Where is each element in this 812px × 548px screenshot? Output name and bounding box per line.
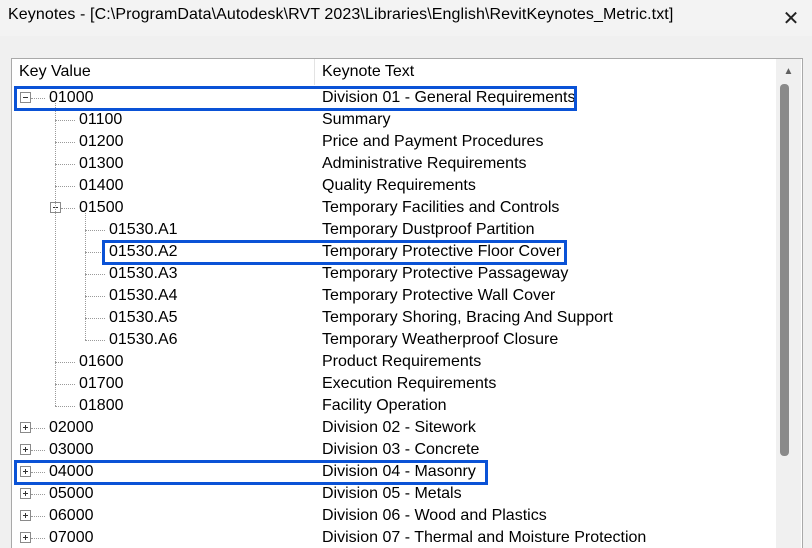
highlight-box	[14, 460, 488, 485]
tree-row[interactable]: 01530.A4 Temporary Protective Wall Cover	[12, 285, 776, 307]
tree-connector	[85, 296, 105, 297]
key-value: 06000	[49, 507, 94, 524]
tree-row[interactable]: 01700 Execution Requirements	[12, 373, 776, 395]
tree-connector	[31, 538, 45, 539]
tree-connector	[31, 428, 45, 429]
tree-connector	[31, 450, 45, 451]
tree-connector	[55, 103, 56, 406]
close-button[interactable]: ✕	[770, 0, 812, 36]
tree-connector	[85, 230, 105, 231]
key-value: 01530.A6	[109, 331, 178, 348]
key-value: 01530.A5	[109, 309, 178, 326]
tree-row[interactable]: 06000 Division 06 - Wood and Plastics	[12, 505, 776, 527]
tree-row[interactable]: 03000 Division 03 - Concrete	[12, 439, 776, 461]
keynote-text: Summary	[322, 111, 391, 128]
key-value: 01200	[79, 133, 124, 150]
tree-row[interactable]: 01800 Facility Operation	[12, 395, 776, 417]
key-value: 01100	[79, 111, 123, 128]
key-value: 05000	[49, 485, 94, 502]
tree-connector	[55, 186, 75, 187]
tree-row[interactable]: 01400 Quality Requirements	[12, 175, 776, 197]
tree-row[interactable]: 01530.A3 Temporary Protective Passageway	[12, 263, 776, 285]
tree-connector	[55, 120, 75, 121]
chevron-up-icon: ▲	[783, 65, 794, 77]
keynote-text: Temporary Dustproof Partition	[322, 221, 535, 238]
keynote-text: Division 07 - Thermal and Moisture Prote…	[322, 529, 647, 546]
keynote-text: Temporary Facilities and Controls	[322, 199, 560, 216]
key-value: 01530.A3	[109, 265, 178, 282]
expand-icon[interactable]	[20, 532, 31, 543]
tree-connector	[85, 274, 105, 275]
key-value: 01700	[79, 375, 124, 392]
expand-icon[interactable]	[20, 444, 31, 455]
keynote-tree[interactable]: Key Value Keynote Text 01000 Division 01 …	[11, 58, 803, 548]
tree-connector	[61, 208, 75, 209]
tree-connector	[85, 318, 105, 319]
highlight-box	[14, 86, 577, 111]
key-value: 07000	[49, 529, 94, 546]
tree-row[interactable]: 05000 Division 05 - Metals	[12, 483, 776, 505]
tree-row[interactable]: 01530.A1 Temporary Dustproof Partition	[12, 219, 776, 241]
key-value: 03000	[49, 441, 94, 458]
close-icon: ✕	[782, 7, 800, 30]
tree-connector	[55, 406, 75, 407]
key-value: 01530.A4	[109, 287, 178, 304]
expand-icon[interactable]	[20, 488, 31, 499]
column-header-key-value[interactable]: Key Value	[12, 59, 315, 85]
scroll-thumb[interactable]	[780, 84, 789, 456]
keynote-text: Quality Requirements	[322, 177, 476, 194]
keynote-text: Administrative Requirements	[322, 155, 527, 172]
tree-row[interactable]: 01100 Summary	[12, 109, 776, 131]
expand-icon[interactable]	[20, 422, 31, 433]
key-value: 01530.A1	[109, 221, 178, 238]
tree-row[interactable]: 01300 Administrative Requirements	[12, 153, 776, 175]
keynote-text: Temporary Protective Wall Cover	[322, 287, 556, 304]
tree-connector	[55, 142, 75, 143]
keynote-text: Temporary Weatherproof Closure	[322, 331, 559, 348]
tree-row[interactable]: 01530.A6 Temporary Weatherproof Closure	[12, 329, 776, 351]
vertical-scrollbar[interactable]: ▲	[776, 59, 801, 548]
keynote-text: Temporary Shoring, Bracing And Support	[322, 309, 613, 326]
tree-connector	[85, 213, 86, 340]
column-header: Key Value Keynote Text	[12, 59, 776, 85]
tree-row[interactable]: 01500 Temporary Facilities and Controls	[12, 197, 776, 219]
key-value: 01400	[79, 177, 124, 194]
key-value: 01600	[79, 353, 124, 370]
tree-row[interactable]: 01200 Price and Payment Procedures	[12, 131, 776, 153]
key-value: 01300	[79, 155, 124, 172]
keynote-text: Product Requirements	[322, 353, 482, 370]
tree-row[interactable]: 07000 Division 07 - Thermal and Moisture …	[12, 527, 776, 548]
tree-connector	[55, 384, 75, 385]
keynote-text: Execution Requirements	[322, 375, 497, 392]
keynote-text: Division 06 - Wood and Plastics	[322, 507, 547, 524]
keynote-text: Division 03 - Concrete	[322, 441, 480, 458]
expand-icon[interactable]	[20, 510, 31, 521]
tree-row[interactable]: 01600 Product Requirements	[12, 351, 776, 373]
key-value: 02000	[49, 419, 94, 436]
tree-connector	[85, 340, 105, 341]
tree-connector	[55, 362, 75, 363]
tree-connector	[31, 494, 45, 495]
tree-connector	[55, 164, 75, 165]
scroll-up-button[interactable]: ▲	[776, 59, 801, 83]
tree-row[interactable]: 01530.A5 Temporary Shoring, Bracing And S…	[12, 307, 776, 329]
key-value: 01800	[79, 397, 124, 414]
highlight-box	[102, 240, 567, 265]
column-header-keynote-text[interactable]: Keynote Text	[316, 59, 776, 85]
keynote-text: Facility Operation	[322, 397, 447, 414]
window-title: Keynotes - [C:\ProgramData\Autodesk\RVT …	[8, 6, 674, 23]
title-bar: Keynotes - [C:\ProgramData\Autodesk\RVT …	[0, 0, 812, 36]
keynote-text: Temporary Protective Passageway	[322, 265, 569, 282]
tree-connector	[31, 516, 45, 517]
tree-row[interactable]: 02000 Division 02 - Sitework	[12, 417, 776, 439]
keynote-text: Division 02 - Sitework	[322, 419, 476, 436]
keynote-text: Division 05 - Metals	[322, 485, 462, 502]
tree-rows: 01000 Division 01 - General Requirements 0…	[12, 86, 776, 548]
keynote-text: Price and Payment Procedures	[322, 133, 544, 150]
